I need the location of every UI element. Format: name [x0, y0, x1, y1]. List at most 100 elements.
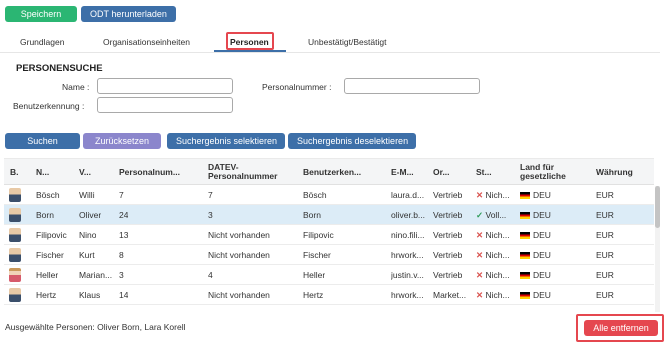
table-row[interactable]: Fischer Kurt 8 Nicht vorhanden Fischer hrwork… — [4, 245, 654, 265]
cell-datev: 4 — [208, 270, 213, 280]
table-row[interactable]: Born Oliver 24 3 Born oliver.b... Vertrieb ✓ Vo… — [4, 205, 654, 225]
cell-email: laura.d... — [391, 190, 425, 200]
cell-personalnummer: 8 — [119, 250, 124, 260]
table-scroll-thumb[interactable] — [655, 186, 660, 228]
avatar — [9, 248, 21, 262]
cell-benutzerkennung: Heller — [303, 270, 326, 280]
persons-table: B. N... V... Personalnum... DATEV-Person… — [4, 158, 654, 312]
avatar — [9, 228, 21, 242]
username-label: Benutzerkennung : — [13, 101, 85, 111]
cell-name: Hertz — [36, 290, 57, 300]
avatar — [9, 288, 21, 302]
cell-name: Fischer — [36, 250, 64, 260]
germany-flag-icon — [520, 292, 530, 299]
germany-flag-icon — [520, 212, 530, 219]
cell-benutzerkennung: Hertz — [303, 290, 324, 300]
cell-vorname: Marian... — [79, 270, 113, 280]
tab-organisationseinheiten[interactable]: Organisationseinheiten — [103, 37, 190, 47]
cell-email: justin.v... — [391, 270, 424, 280]
cell-benutzerkennung: Born — [303, 210, 321, 220]
land-text: DEU — [533, 230, 551, 240]
germany-flag-icon — [520, 192, 530, 199]
col-land[interactable]: Land für gesetzliche — [520, 159, 586, 185]
land-text: DEU — [533, 250, 551, 260]
select-result-button[interactable]: Suchergebnis selektieren — [167, 133, 285, 149]
search-actions: Suchen Zurücksetzen Suchergebnis selekti… — [5, 133, 416, 149]
table-row[interactable]: Heller Marian... 3 4 Heller justin.v... Vertri… — [4, 265, 654, 285]
check-icon: ✓ — [476, 210, 484, 220]
cell-email: nino.fili... — [391, 230, 425, 240]
cell-organisation: Vertrieb — [433, 230, 463, 240]
germany-flag-icon — [520, 252, 530, 259]
cell-datev: Nicht vorhanden — [208, 250, 270, 260]
table-row[interactable]: Bösch Willi 7 7 Bösch laura.d... Vertrieb ✕ Nic… — [4, 185, 654, 205]
cell-name: Heller — [36, 270, 59, 280]
cell-benutzerkennung: Fischer — [303, 250, 331, 260]
search-button[interactable]: Suchen — [5, 133, 80, 149]
col-personalnummer[interactable]: Personalnum... — [119, 159, 180, 185]
username-input[interactable] — [97, 97, 233, 113]
land-text: DEU — [533, 190, 551, 200]
cell-waehrung: EUR — [596, 250, 614, 260]
cross-icon: ✕ — [476, 190, 484, 200]
cell-datev: Nicht vorhanden — [208, 230, 270, 240]
personnel-number-label: Personalnummer : — [262, 82, 332, 92]
cross-icon: ✕ — [476, 230, 484, 240]
col-email[interactable]: E-M... — [391, 159, 419, 185]
table-row[interactable]: Filipovic Nino 13 Nicht vorhanden Filipovic n… — [4, 225, 654, 245]
cell-organisation: Vertrieb — [433, 210, 463, 220]
status-text: Nich... — [485, 250, 510, 260]
cell-status: ✕ Nich... — [476, 285, 510, 305]
odt-download-button[interactable]: ODT herunterladen — [81, 6, 176, 22]
cell-name: Bösch — [36, 190, 60, 200]
tab-unbestaetigt-bestaetigt[interactable]: Unbestätigt/Bestätigt — [308, 37, 386, 47]
cross-icon: ✕ — [476, 250, 484, 260]
germany-flag-icon — [520, 232, 530, 239]
col-waehrung[interactable]: Währung — [596, 159, 633, 185]
cell-email: hrwork... — [391, 290, 424, 300]
save-button[interactable]: Speichern — [5, 6, 77, 22]
cell-personalnummer: 14 — [119, 290, 129, 300]
reset-button[interactable]: Zurücksetzen — [83, 133, 161, 149]
germany-flag-icon — [520, 272, 530, 279]
col-status[interactable]: St... — [476, 159, 492, 185]
tab-bar: Grundlagen Organisationseinheiten Person… — [0, 31, 660, 53]
deselect-result-button[interactable]: Suchergebnis deselektieren — [288, 133, 416, 149]
tab-grundlagen[interactable]: Grundlagen — [20, 37, 64, 47]
cell-status: ✓ Voll... — [476, 205, 506, 225]
col-organisation[interactable]: Or... — [433, 159, 450, 185]
cell-land: DEU — [520, 225, 551, 245]
status-text: Nich... — [485, 190, 510, 200]
cell-datev: 3 — [208, 210, 213, 220]
cell-land: DEU — [520, 185, 551, 205]
cell-land: DEU — [520, 285, 551, 305]
cell-organisation: Vertrieb — [433, 270, 463, 280]
personnel-number-input[interactable] — [344, 78, 480, 94]
col-datev-personalnummer[interactable]: DATEV-Personalnummer — [208, 159, 288, 185]
name-label: Name : — [62, 82, 90, 92]
table-row[interactable]: Hertz Klaus 14 Nicht vorhanden Hertz hrwork..… — [4, 285, 654, 305]
cell-personalnummer: 7 — [119, 190, 124, 200]
name-input[interactable] — [97, 78, 233, 94]
active-tab-indicator — [214, 50, 286, 52]
cell-organisation: Vertrieb — [433, 250, 463, 260]
col-vorname[interactable]: V... — [79, 159, 91, 185]
cell-datev: Nicht vorhanden — [208, 290, 270, 300]
cell-email: oliver.b... — [391, 210, 426, 220]
col-bild[interactable]: B. — [10, 159, 19, 185]
avatar — [9, 208, 21, 222]
col-name[interactable]: N... — [36, 159, 49, 185]
cell-status: ✕ Nich... — [476, 245, 510, 265]
cell-waehrung: EUR — [596, 190, 614, 200]
cell-organisation: Vertrieb — [433, 190, 463, 200]
cross-icon: ✕ — [476, 290, 484, 300]
status-text: Voll... — [485, 210, 507, 220]
cell-waehrung: EUR — [596, 230, 614, 240]
cell-benutzerkennung: Bösch — [303, 190, 327, 200]
cell-personalnummer: 24 — [119, 210, 129, 220]
land-text: DEU — [533, 210, 551, 220]
col-benutzerkennung[interactable]: Benutzerken... — [303, 159, 361, 185]
tab-personen-highlight — [226, 32, 274, 50]
toolbar: Speichern ODT herunterladen — [5, 6, 176, 22]
avatar — [9, 188, 21, 202]
